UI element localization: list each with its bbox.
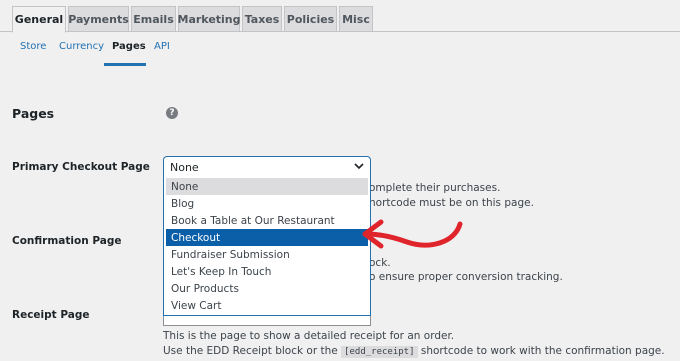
receipt-desc-suffix: shortcode to work with the confirmation … <box>420 345 665 357</box>
subtab-currency[interactable]: Currency <box>59 41 104 52</box>
subtab-store[interactable]: Store <box>20 41 46 52</box>
confirmation-label: Confirmation Page <box>12 235 122 247</box>
select-current-value: None <box>170 160 199 174</box>
tab-policies[interactable]: Policies <box>284 6 337 32</box>
section-title: Pages <box>12 106 55 121</box>
checkout-description-line2: hortcode must be on this page. <box>369 197 534 209</box>
checkout-description-line1: omplete their purchases. <box>369 182 501 194</box>
dropdown-option-view-cart[interactable]: View Cart <box>166 297 368 314</box>
receipt-desc-prefix: Use the EDD Receipt block or the <box>163 345 338 357</box>
sub-tab-bar: Store Currency Pages API <box>0 33 680 66</box>
help-icon[interactable]: ? <box>166 107 178 119</box>
receipt-description-line2: Use the EDD Receipt block or the [edd_re… <box>163 345 665 358</box>
subtab-api[interactable]: API <box>154 41 170 52</box>
tab-general[interactable]: General <box>12 6 66 33</box>
tab-misc[interactable]: Misc <box>339 6 373 32</box>
receipt-label: Receipt Page <box>12 309 90 321</box>
tab-taxes[interactable]: Taxes <box>242 6 282 32</box>
settings-tab-bar: General Payments Emails Marketing Taxes … <box>0 0 680 33</box>
tab-emails[interactable]: Emails <box>131 6 176 32</box>
select-dropdown-list: None Blog Book a Table at Our Restaurant… <box>163 177 371 316</box>
primary-checkout-select[interactable]: None <box>163 156 371 178</box>
active-subtab-indicator <box>104 63 146 66</box>
receipt-description-line1: This is the page to show a detailed rece… <box>163 330 455 342</box>
dropdown-option-lets-keep-in-touch[interactable]: Let's Keep In Touch <box>166 263 368 280</box>
primary-checkout-label: Primary Checkout Page <box>12 161 150 173</box>
dropdown-option-blog[interactable]: Blog <box>166 195 368 212</box>
dropdown-option-none[interactable]: None <box>166 178 368 195</box>
edd-receipt-shortcode: [edd_receipt] <box>341 346 418 358</box>
tab-payments[interactable]: Payments <box>68 6 129 32</box>
dropdown-option-checkout[interactable]: Checkout <box>166 229 368 246</box>
dropdown-option-fundraiser-submission[interactable]: Fundraiser Submission <box>166 246 368 263</box>
chevron-down-icon <box>354 163 364 170</box>
red-arrow-annotation-icon <box>362 219 463 249</box>
dropdown-option-book-a-table[interactable]: Book a Table at Our Restaurant <box>166 212 368 229</box>
confirmation-description-line2: o ensure proper conversion tracking. <box>369 271 563 283</box>
receipt-page-select[interactable] <box>163 316 371 326</box>
subtab-pages[interactable]: Pages <box>112 41 146 52</box>
tab-marketing[interactable]: Marketing <box>178 6 241 32</box>
dropdown-option-our-products[interactable]: Our Products <box>166 280 368 297</box>
